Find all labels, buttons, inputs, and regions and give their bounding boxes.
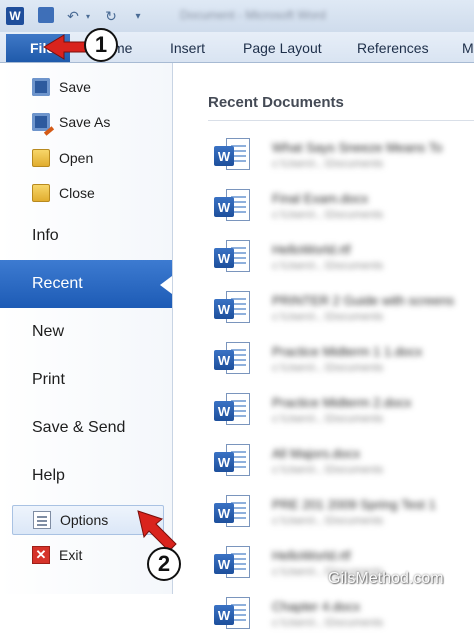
word-badge-icon: W [214,401,234,421]
word-document-icon: W [214,393,252,427]
exit-label: Exit [59,547,83,563]
recent-documents-heading: Recent Documents [208,94,344,111]
close-folder-icon [32,184,50,202]
save-label: Save [59,79,91,95]
heading-divider [208,120,474,121]
watermark: GilsMethod.com [328,570,444,587]
save-as-icon [32,113,50,131]
nav-print-label: Print [32,371,65,388]
step-2-marker: 2 [147,547,181,581]
close-command[interactable]: Close [0,178,172,208]
open-folder-icon [32,149,50,167]
word-badge-icon: W [214,503,234,523]
recent-document-path: c:\Users\...\Documents [272,311,384,323]
word-badge-icon: W [214,605,234,625]
save-as-label: Save As [59,114,111,130]
annotation-arrow-2 [137,510,177,552]
word-document-icon: W [214,240,252,274]
tab-mailings[interactable]: M [462,40,474,56]
recent-document-name: Practice Midterm 1 1.docx [272,344,423,359]
quick-save-icon[interactable] [38,7,54,23]
recent-document-name: All Majors.docx [272,446,361,461]
recent-document-name: Chapter 4.docx [272,599,361,614]
word-document-icon: W [214,189,252,223]
save-as-command[interactable]: Save As [0,107,172,137]
recent-document-name: What Says Sneeze Means To [272,140,443,155]
nav-info-label: Info [32,227,59,244]
open-command[interactable]: Open [0,143,172,173]
word-badge-icon: W [214,299,234,319]
word-badge-icon: W [214,350,234,370]
recent-document-path: c:\Users\...\Documents [272,362,384,374]
word-badge-icon: W [214,452,234,472]
word-document-icon: W [214,138,252,172]
word-document-icon: W [214,546,252,580]
close-label: Close [59,185,95,201]
options-icon [33,511,51,529]
word-document-icon: W [214,342,252,376]
recent-document-name: PRINTER 2 Guide with screens [272,293,455,308]
recent-document-path: c:\Users\...\Documents [272,515,384,527]
recent-document-item[interactable]: W PRINTER 2 Guide with screens c:\Users\..… [214,283,474,333]
undo-dropdown-icon[interactable]: ▾ [84,7,92,25]
undo-icon[interactable]: ↶ [64,7,82,25]
nav-help-label: Help [32,467,65,484]
nav-info[interactable]: Info [0,214,172,258]
tab-page-layout[interactable]: Page Layout [243,40,322,56]
word-app-icon[interactable]: W [6,7,24,25]
recent-document-name: Practice Midterm 2.docx [272,395,412,410]
recent-document-item[interactable]: W Practice Midterm 1 1.docx c:\Users\...\D… [214,334,474,384]
nav-save-and-send[interactable]: Save & Send [0,406,172,450]
word-document-icon: W [214,495,252,529]
open-label: Open [59,150,94,166]
recent-document-item[interactable]: W PRE 201 2009 Spring Test 1 c:\Users\...\… [214,487,474,537]
nav-new[interactable]: New [0,310,172,354]
word-document-icon: W [214,291,252,325]
recent-document-path: c:\Users\...\Documents [272,158,384,170]
recent-document-path: c:\Users\...\Documents [272,209,384,221]
nav-print[interactable]: Print [0,358,172,402]
recent-document-path: c:\Users\...\Documents [272,617,384,629]
recent-document-name: HelloWorld.rtf [272,242,351,257]
nav-save-and-send-label: Save & Send [32,419,126,436]
step-1-marker: 1 [84,28,118,62]
tab-insert[interactable]: Insert [170,40,205,56]
nav-recent-label: Recent [32,275,83,292]
exit-icon: ✕ [32,546,50,564]
nav-recent[interactable]: Recent [0,260,172,308]
word-badge-icon: W [214,197,234,217]
save-command[interactable]: Save [0,72,172,102]
recent-document-name: Final Exam.docx [272,191,369,206]
word-document-icon: W [214,597,252,631]
recent-document-name: PRE 201 2009 Spring Test 1 [272,497,436,512]
save-icon [32,78,50,96]
word-badge-icon: W [214,248,234,268]
recent-document-name: HelloWorld.rtf [272,548,351,563]
word-badge-icon: W [214,146,234,166]
recent-document-item[interactable]: W What Says Sneeze Means To c:\Users\...\D… [214,130,474,180]
recent-document-item[interactable]: W Chapter 4.docx c:\Users\...\Documents [214,589,474,639]
recent-document-item[interactable]: W Final Exam.docx c:\Users\...\Documents [214,181,474,231]
customize-quick-access-icon[interactable]: ▾ [132,7,144,25]
tab-references[interactable]: References [357,40,429,56]
title-bar: W ↶ ▾ ↻ ▾ Document - Microsoft Word [0,0,474,33]
repeat-icon[interactable]: ↻ [102,7,120,25]
recent-document-item[interactable]: W All Majors.docx c:\Users\...\Documents [214,436,474,486]
word-badge-icon: W [214,554,234,574]
window-title: Document - Microsoft Word [180,8,326,22]
recent-document-item[interactable]: W HelloWorld.rtf c:\Users\...\Documents [214,232,474,282]
word-document-icon: W [214,444,252,478]
nav-new-label: New [32,323,65,340]
app-icon-letter: W [9,9,21,23]
recent-document-path: c:\Users\...\Documents [272,413,384,425]
recent-document-item[interactable]: W Practice Midterm 2.docx c:\Users\...\Doc… [214,385,474,435]
selected-indicator [160,276,172,294]
recent-document-path: c:\Users\...\Documents [272,260,384,272]
recent-document-path: c:\Users\...\Documents [272,464,384,476]
nav-help[interactable]: Help [0,454,172,498]
options-label: Options [60,512,109,528]
